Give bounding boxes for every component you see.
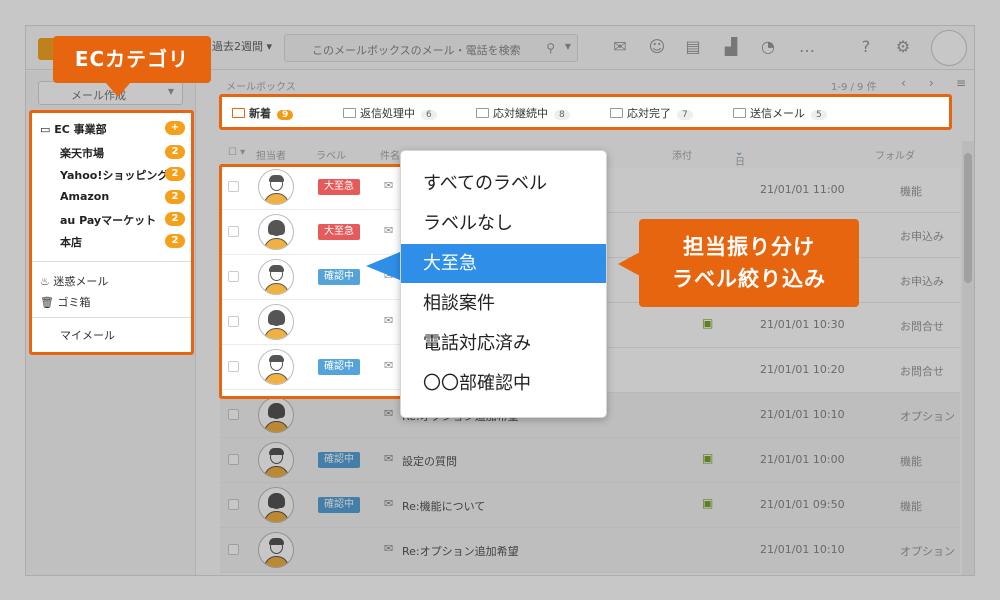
category-label: Yahoo!ショッピング — [60, 169, 169, 182]
sidebar-item-category[interactable]: Yahoo!ショッピング 2 — [60, 167, 185, 183]
label-badge[interactable]: 確認中 — [318, 269, 360, 285]
row-checkbox[interactable] — [228, 271, 239, 282]
sidebar-item-category[interactable]: 本店 2 — [60, 234, 185, 250]
category-label: au Payマーケット — [60, 214, 157, 227]
assign-callout-line1: 担当振り分け — [683, 235, 815, 259]
tab-count-badge: 8 — [554, 110, 570, 120]
assignee-avatar[interactable] — [258, 169, 294, 205]
menu-item-label-filter[interactable]: 電話対応済み — [401, 324, 606, 363]
avatar-body — [264, 238, 289, 249]
status-tabs-highlight: 新着 9 返信処理中 6 応対継続中 8 応対完了 7 送信メール 5 — [219, 94, 952, 130]
label-badge[interactable]: 大至急 — [318, 179, 360, 195]
assignee-label-highlight: 大至急✉21/01/01 11:00機能大至急✉Rお申込み確認中✉お申込み✉サ▣… — [219, 164, 405, 399]
envelope-icon: ✉ — [384, 179, 394, 192]
count-badge: 2 — [165, 212, 185, 226]
trash-label: ゴミ箱 — [57, 296, 91, 309]
tab-label: 新着 — [249, 107, 271, 120]
assignee-avatar[interactable] — [258, 349, 294, 385]
menu-item-label-filter[interactable]: すべてのラベル — [401, 164, 606, 203]
menu-item-label-filter[interactable]: 〇〇部確認中 — [401, 364, 606, 403]
row-checkbox[interactable] — [228, 181, 239, 192]
sidebar-item-category[interactable]: au Payマーケット 2 — [60, 212, 185, 228]
assignee-avatar[interactable] — [258, 259, 294, 295]
assign-callout: 担当振り分け ラベル絞り込み — [639, 219, 859, 307]
mail-icon — [476, 108, 489, 118]
category-label: 本店 — [60, 236, 82, 249]
flame-icon: ♨ — [40, 275, 50, 288]
avatar-hair — [269, 355, 284, 362]
tab-3[interactable]: 応対完了 7 — [610, 105, 693, 121]
avatar-body — [264, 328, 289, 339]
label-filter-menu: すべてのラベル ラベルなし 大至急 相談案件 電話対応済み 〇〇部確認中 — [400, 150, 607, 418]
menu-item-label-filter[interactable]: ラベルなし — [401, 204, 606, 243]
sidebar-item-category[interactable]: 楽天市場 2 — [60, 145, 185, 161]
avatar-hair — [268, 310, 285, 325]
avatar-body — [264, 193, 289, 204]
sidebar-item-spam[interactable]: ♨ 迷惑メール — [40, 273, 108, 289]
trash-icon: 🗑 — [40, 296, 54, 309]
envelope-icon: ✉ — [384, 314, 394, 327]
sidebar-item-category[interactable]: ▭ EC 事業部 + — [40, 121, 185, 137]
tab-label: 返信処理中 — [360, 107, 415, 120]
tab-label: 応対完了 — [627, 107, 671, 120]
assignee-avatar[interactable] — [258, 214, 294, 250]
mail-icon — [610, 108, 623, 118]
divider — [32, 261, 191, 262]
count-badge: 2 — [165, 234, 185, 248]
table-row[interactable]: 確認中✉21/01/01 10:20お問合せ — [222, 345, 402, 390]
assign-callout-tail — [618, 252, 640, 276]
tab-label: 応対継続中 — [493, 107, 548, 120]
mail-icon — [232, 108, 245, 118]
tab-count-badge: 9 — [277, 110, 294, 120]
row-checkbox[interactable] — [228, 361, 239, 372]
avatar-body — [264, 373, 289, 384]
avatar-hair — [269, 175, 284, 182]
count-badge: + — [165, 121, 185, 135]
table-row[interactable]: 大至急✉21/01/01 11:00機能 — [222, 167, 402, 210]
category-label: Amazon — [60, 190, 110, 203]
category-label: EC 事業部 — [54, 123, 107, 136]
table-row[interactable]: ✉サ▣21/01/01 10:30お問合せ — [222, 300, 402, 345]
sidebar-item-my-mail[interactable]: マイメール — [60, 327, 115, 343]
menu-item-label-filter[interactable]: 大至急 — [401, 244, 606, 283]
category-label: 楽天市場 — [60, 147, 104, 160]
sidebar-item-trash[interactable]: 🗑 ゴミ箱 — [40, 294, 90, 310]
label-badge[interactable]: 大至急 — [318, 224, 360, 240]
tab-count-badge: 5 — [811, 110, 827, 120]
table-row[interactable]: 大至急✉Rお申込み — [222, 210, 402, 255]
ec-category-callout: ECカテゴリ — [53, 36, 211, 83]
sidebar-item-category[interactable]: Amazon 2 — [60, 190, 185, 204]
tab-count-badge: 7 — [677, 110, 693, 120]
ec-category-callout-tail — [106, 83, 130, 97]
count-badge: 2 — [165, 145, 185, 159]
row-checkbox[interactable] — [228, 316, 239, 327]
count-badge: 2 — [165, 190, 185, 204]
category-panel-highlight: ▭ EC 事業部 + 楽天市場 2 Yahoo!ショッピング 2 Amazon 2 au Pay… — [29, 110, 194, 355]
label-badge[interactable]: 確認中 — [318, 359, 360, 375]
avatar-hair — [268, 220, 285, 235]
inbox-icon: ▭ — [40, 123, 55, 136]
tab-label: 送信メール — [750, 107, 805, 120]
spam-label: 迷惑メール — [53, 275, 109, 288]
menu-item-label-filter[interactable]: 相談案件 — [401, 284, 606, 323]
mail-icon — [733, 108, 746, 118]
mail-icon — [343, 108, 356, 118]
row-checkbox[interactable] — [228, 226, 239, 237]
divider — [32, 317, 191, 318]
menu-pointer — [366, 252, 400, 280]
tab-0[interactable]: 新着 9 — [232, 105, 294, 121]
count-badge: 2 — [165, 167, 185, 181]
assign-callout-line2: ラベル絞り込み — [672, 267, 826, 291]
tab-2[interactable]: 応対継続中 8 — [476, 105, 570, 121]
tab-4[interactable]: 送信メール 5 — [733, 105, 827, 121]
envelope-icon: ✉ — [384, 359, 394, 372]
avatar-body — [264, 283, 289, 294]
avatar-hair — [269, 265, 284, 272]
tab-count-badge: 6 — [421, 110, 437, 120]
tab-1[interactable]: 返信処理中 6 — [343, 105, 437, 121]
assignee-avatar[interactable] — [258, 304, 294, 340]
envelope-icon: ✉ — [384, 224, 394, 237]
